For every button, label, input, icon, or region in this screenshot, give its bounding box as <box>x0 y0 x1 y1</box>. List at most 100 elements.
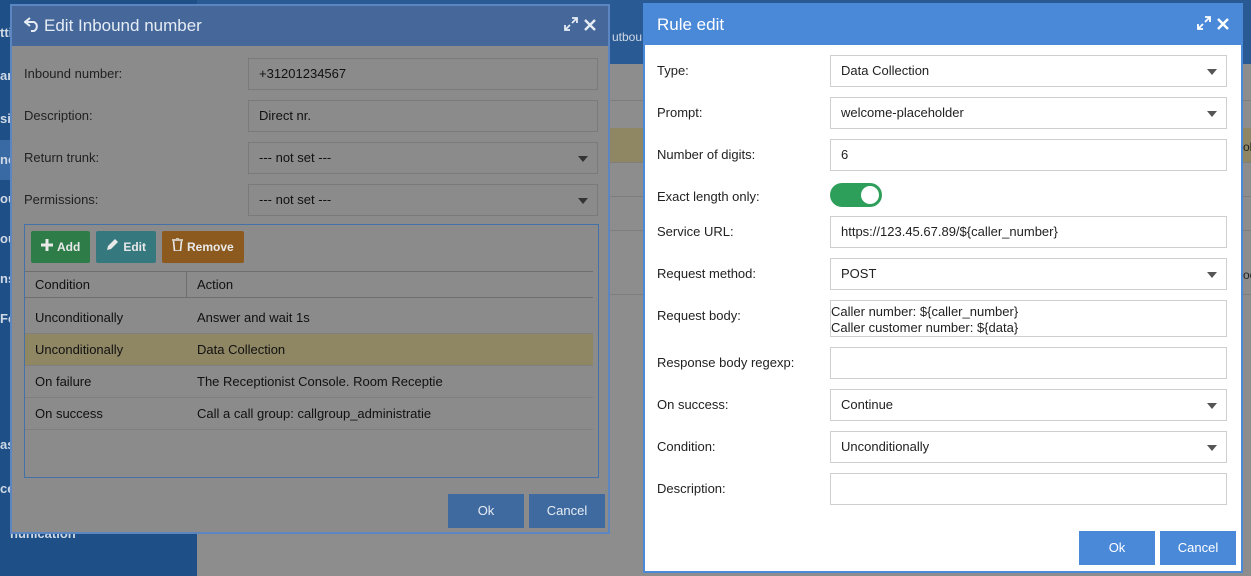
ok-button[interactable]: Ok <box>1079 531 1155 565</box>
exact-length-label: Exact length only: <box>657 189 760 204</box>
digits-label: Number of digits: <box>657 147 756 162</box>
request-body-line: Caller number: ${caller_number} <box>831 304 1019 319</box>
dialog-title: Edit Inbound number <box>44 16 202 35</box>
add-rule-button[interactable]: Add <box>31 231 91 263</box>
chevron-down-icon <box>1207 445 1217 451</box>
on-success-select[interactable]: Continue <box>830 389 1227 421</box>
digits-input[interactable]: 6 <box>830 139 1227 171</box>
condition-label: Condition: <box>657 439 716 454</box>
digits-row: Number of digits: 6 <box>657 139 1229 171</box>
request-method-value: POST <box>841 266 877 281</box>
rule-description-row: Description: <box>657 473 1229 505</box>
pencil-icon <box>106 231 119 263</box>
condition-select[interactable]: Unconditionally <box>830 431 1227 463</box>
close-icon[interactable] <box>584 18 596 35</box>
add-label: Add <box>57 240 81 254</box>
request-body-textarea[interactable]: Caller number: ${caller_number} Caller c… <box>830 300 1227 337</box>
ok-button[interactable]: Ok <box>448 494 524 528</box>
remove-label: Remove <box>187 240 234 254</box>
cancel-button[interactable]: Cancel <box>529 494 605 528</box>
action-cell: The Receptionist Console. Room Receptie <box>197 374 443 389</box>
rule-description-input[interactable] <box>830 473 1227 505</box>
maximize-icon[interactable] <box>1197 16 1211 34</box>
chevron-down-icon <box>578 156 588 162</box>
permissions-select[interactable]: --- not set --- <box>248 184 598 216</box>
type-row: Type: Data Collection <box>657 55 1229 87</box>
return-trunk-select[interactable]: --- not set --- <box>248 142 598 174</box>
edit-inbound-dialog: Edit Inbound number Inbound number: +312… <box>10 4 610 534</box>
description-input[interactable]: Direct nr. <box>248 100 598 132</box>
rules-toolbar: Add Edit Remove <box>31 231 244 263</box>
return-trunk-label: Return trunk: <box>24 150 100 165</box>
response-regexp-label: Response body regexp: <box>657 355 795 370</box>
trash-icon <box>172 231 183 263</box>
description-label: Description: <box>24 108 93 123</box>
rule-edit-dialog: Rule edit Type: Data Collection Prompt: … <box>643 3 1243 573</box>
service-url-row: Service URL: https://123.45.67.89/${call… <box>657 216 1229 248</box>
response-regexp-row: Response body regexp: <box>657 347 1229 379</box>
permissions-label: Permissions: <box>24 192 99 207</box>
chevron-down-icon <box>1207 403 1217 409</box>
table-row[interactable]: Unconditionally Answer and wait 1s <box>25 302 593 334</box>
action-cell: Call a call group: callgroup_administrat… <box>197 406 432 421</box>
description-row: Description: Direct nr. <box>24 100 598 132</box>
condition-cell: On success <box>35 406 103 421</box>
background-cell-text: oo <box>1243 268 1251 282</box>
chevron-down-icon <box>1207 272 1217 278</box>
column-header-action[interactable]: Action <box>187 272 243 297</box>
condition-cell: On failure <box>35 374 92 389</box>
cancel-button[interactable]: Cancel <box>1160 531 1236 565</box>
exact-length-toggle[interactable] <box>830 183 882 207</box>
close-icon[interactable] <box>1217 17 1229 34</box>
maximize-icon[interactable] <box>564 17 578 35</box>
exact-length-row: Exact length only: <box>657 181 1229 213</box>
action-cell: Data Collection <box>197 342 286 357</box>
prompt-value: welcome-placeholder <box>841 105 964 120</box>
chevron-down-icon <box>1207 69 1217 75</box>
plus-icon <box>41 231 53 263</box>
type-select[interactable]: Data Collection <box>830 55 1227 87</box>
prompt-select[interactable]: welcome-placeholder <box>830 97 1227 129</box>
inbound-number-label: Inbound number: <box>24 66 123 81</box>
grid-header: Condition Action <box>25 271 593 298</box>
on-success-value: Continue <box>841 397 894 412</box>
rules-grid: Add Edit Remove Condition Action Uncondi… <box>24 224 599 478</box>
rule-description-label: Description: <box>657 481 726 496</box>
action-cell: Answer and wait 1s <box>197 310 310 325</box>
type-value: Data Collection <box>841 63 930 78</box>
condition-cell: Unconditionally <box>35 310 124 325</box>
inbound-number-input[interactable]: +31201234567 <box>248 58 598 90</box>
edit-rule-button[interactable]: Edit <box>96 231 156 263</box>
inbound-number-row: Inbound number: +31201234567 <box>24 58 598 90</box>
column-header-condition[interactable]: Condition <box>25 272 187 297</box>
return-trunk-value: --- not set --- <box>259 150 332 165</box>
request-method-select[interactable]: POST <box>830 258 1227 290</box>
on-success-label: On success: <box>657 397 729 412</box>
request-body-label: Request body: <box>657 308 741 323</box>
toggle-knob <box>861 186 879 204</box>
request-method-label: Request method: <box>657 266 757 281</box>
return-arrow-icon[interactable] <box>23 16 40 37</box>
condition-value: Unconditionally <box>841 439 930 454</box>
permissions-value: --- not set --- <box>259 192 332 207</box>
response-regexp-input[interactable] <box>830 347 1227 379</box>
on-success-row: On success: Continue <box>657 389 1229 421</box>
service-url-input[interactable]: https://123.45.67.89/${caller_number} <box>830 216 1227 248</box>
permissions-row: Permissions: --- not set --- <box>24 184 598 216</box>
table-row-selected[interactable]: Unconditionally Data Collection <box>25 334 593 366</box>
table-row[interactable]: On success Call a call group: callgroup_… <box>25 398 593 430</box>
request-body-line: Caller customer number: ${data} <box>831 320 1019 335</box>
prompt-row: Prompt: welcome-placeholder <box>657 97 1229 129</box>
dialog-title: Rule edit <box>657 15 725 34</box>
prompt-label: Prompt: <box>657 105 703 120</box>
type-label: Type: <box>657 63 689 78</box>
condition-cell: Unconditionally <box>35 342 124 357</box>
edit-label: Edit <box>123 240 146 254</box>
background-tab: utbou <box>612 30 643 44</box>
request-body-row: Request body: Caller number: ${caller_nu… <box>657 300 1229 337</box>
return-trunk-row: Return trunk: --- not set --- <box>24 142 598 174</box>
condition-row: Condition: Unconditionally <box>657 431 1229 463</box>
remove-rule-button[interactable]: Remove <box>162 231 244 263</box>
table-row[interactable]: On failure The Receptionist Console. Roo… <box>25 366 593 398</box>
service-url-label: Service URL: <box>657 224 734 239</box>
